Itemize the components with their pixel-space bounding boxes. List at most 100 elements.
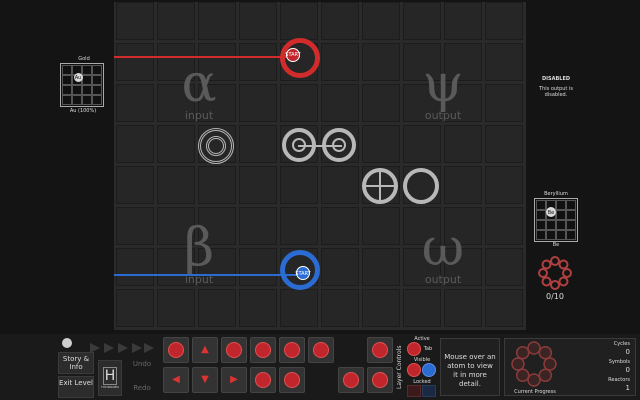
- grid-cell[interactable]: [239, 2, 277, 40]
- grid-cell[interactable]: [485, 84, 523, 122]
- grid-cell[interactable]: [239, 207, 277, 245]
- mini-grid-cell: [566, 200, 576, 210]
- grid-cell[interactable]: [239, 248, 277, 286]
- grid-cell[interactable]: [485, 289, 523, 327]
- grid-cell[interactable]: [198, 2, 236, 40]
- locked-red-toggle[interactable]: [407, 385, 421, 397]
- grid-cell[interactable]: [321, 84, 359, 122]
- active-red-toggle[interactable]: [407, 342, 421, 356]
- symbols-label: Symbols: [608, 359, 630, 365]
- tool-swap-button[interactable]: [367, 367, 393, 393]
- grid-cell[interactable]: [485, 207, 523, 245]
- hydrogen-tile[interactable]: H HYDROGEN: [98, 360, 122, 396]
- tool-split-button[interactable]: [338, 367, 364, 393]
- grid-cell[interactable]: [444, 2, 482, 40]
- tool-arrow-down-button[interactable]: ▼: [192, 367, 218, 393]
- grid-cell[interactable]: [239, 125, 277, 163]
- grid-cell[interactable]: [116, 289, 154, 327]
- grid-cell[interactable]: [403, 2, 441, 40]
- grid-cell[interactable]: [116, 248, 154, 286]
- psi-glyph: ψ: [422, 54, 464, 114]
- tool-input-button[interactable]: [250, 337, 276, 363]
- grid-cell[interactable]: [485, 248, 523, 286]
- grid-cell[interactable]: [321, 166, 359, 204]
- grid-cell[interactable]: [116, 166, 154, 204]
- grid-cell[interactable]: [362, 43, 400, 81]
- tool-rotate-button[interactable]: [279, 367, 305, 393]
- story-info-button[interactable]: Story & Info: [58, 352, 94, 374]
- element-caption: Au (100%): [69, 108, 97, 114]
- mini-grid-cell: [536, 230, 546, 240]
- grid-cell[interactable]: [403, 289, 441, 327]
- grid-cell[interactable]: [444, 166, 482, 204]
- grid-cell[interactable]: [362, 125, 400, 163]
- visible-red-toggle[interactable]: [407, 363, 421, 377]
- grid-cell[interactable]: [321, 207, 359, 245]
- grid-cell[interactable]: [321, 43, 359, 81]
- tool-arrow-right-button[interactable]: ▶: [221, 367, 247, 393]
- grid-cell[interactable]: [485, 2, 523, 40]
- grid-cell[interactable]: [198, 289, 236, 327]
- grid-cell[interactable]: [116, 2, 154, 40]
- grid-cell[interactable]: [239, 166, 277, 204]
- fuser-ring-icon[interactable]: [403, 168, 439, 204]
- split-icon: [343, 372, 359, 388]
- undo-button[interactable]: Undo: [128, 360, 156, 368]
- grid-cell[interactable]: [362, 84, 400, 122]
- tool-start-button[interactable]: [163, 337, 189, 363]
- grid-cell[interactable]: [321, 289, 359, 327]
- speed-arrows-icon[interactable]: [90, 338, 154, 353]
- tool-fuse-button[interactable]: [367, 337, 393, 363]
- grid-cell[interactable]: [239, 43, 277, 81]
- locked-blue-toggle[interactable]: [422, 385, 436, 397]
- tool-arrow-up-button[interactable]: ▲: [192, 337, 218, 363]
- mini-grid-cell: [92, 65, 102, 75]
- grid-cell[interactable]: [116, 43, 154, 81]
- mini-grid-cell: [82, 85, 92, 95]
- arrow-left-icon: ◀: [172, 374, 180, 385]
- grid-cell[interactable]: [198, 166, 236, 204]
- grid-cell[interactable]: [280, 207, 318, 245]
- grid-cell[interactable]: [157, 166, 195, 204]
- grid-cell[interactable]: [239, 84, 277, 122]
- tool-arrow-left-button[interactable]: ◀: [163, 367, 189, 393]
- tool-bond-plus-button[interactable]: [279, 337, 305, 363]
- blue-start-label: START: [295, 271, 311, 277]
- grid-cell[interactable]: [116, 125, 154, 163]
- grid-cell[interactable]: [444, 125, 482, 163]
- grid-cell[interactable]: [116, 207, 154, 245]
- exit-level-button[interactable]: Exit Level: [58, 376, 94, 398]
- element-symbol: Au: [74, 75, 82, 81]
- grid-cell[interactable]: [362, 207, 400, 245]
- redo-button[interactable]: Redo: [128, 384, 156, 392]
- mini-grid-cell: [92, 75, 102, 85]
- grid-cell[interactable]: [157, 2, 195, 40]
- grid-cell[interactable]: [321, 2, 359, 40]
- grid-cell[interactable]: [444, 289, 482, 327]
- grid-cell[interactable]: [280, 166, 318, 204]
- tool-grab-drop-button[interactable]: [221, 337, 247, 363]
- grid-cell[interactable]: [280, 289, 318, 327]
- grid-cell[interactable]: [362, 289, 400, 327]
- tool-output-button[interactable]: [250, 367, 276, 393]
- grid-cell[interactable]: [485, 125, 523, 163]
- grid-cell[interactable]: [239, 289, 277, 327]
- tool-sync-button[interactable]: [308, 337, 334, 363]
- grid-cell[interactable]: [362, 248, 400, 286]
- arrow-up-icon: ▲: [201, 344, 209, 355]
- grid-cell[interactable]: [321, 248, 359, 286]
- target-mini-grid: [534, 198, 578, 242]
- target-name: Beryllium: [544, 191, 568, 197]
- grid-cell[interactable]: [403, 125, 441, 163]
- grid-cell[interactable]: [116, 84, 154, 122]
- grid-cell[interactable]: [485, 43, 523, 81]
- grid-cell[interactable]: [157, 125, 195, 163]
- grid-cell[interactable]: [157, 289, 195, 327]
- grid-cell[interactable]: [485, 166, 523, 204]
- visible-blue-toggle[interactable]: [422, 363, 436, 377]
- start-icon: [168, 342, 184, 358]
- grid-cell[interactable]: [280, 2, 318, 40]
- grid-cell[interactable]: [280, 84, 318, 122]
- grid-cell[interactable]: [362, 2, 400, 40]
- omega-glyph: ω: [421, 218, 465, 278]
